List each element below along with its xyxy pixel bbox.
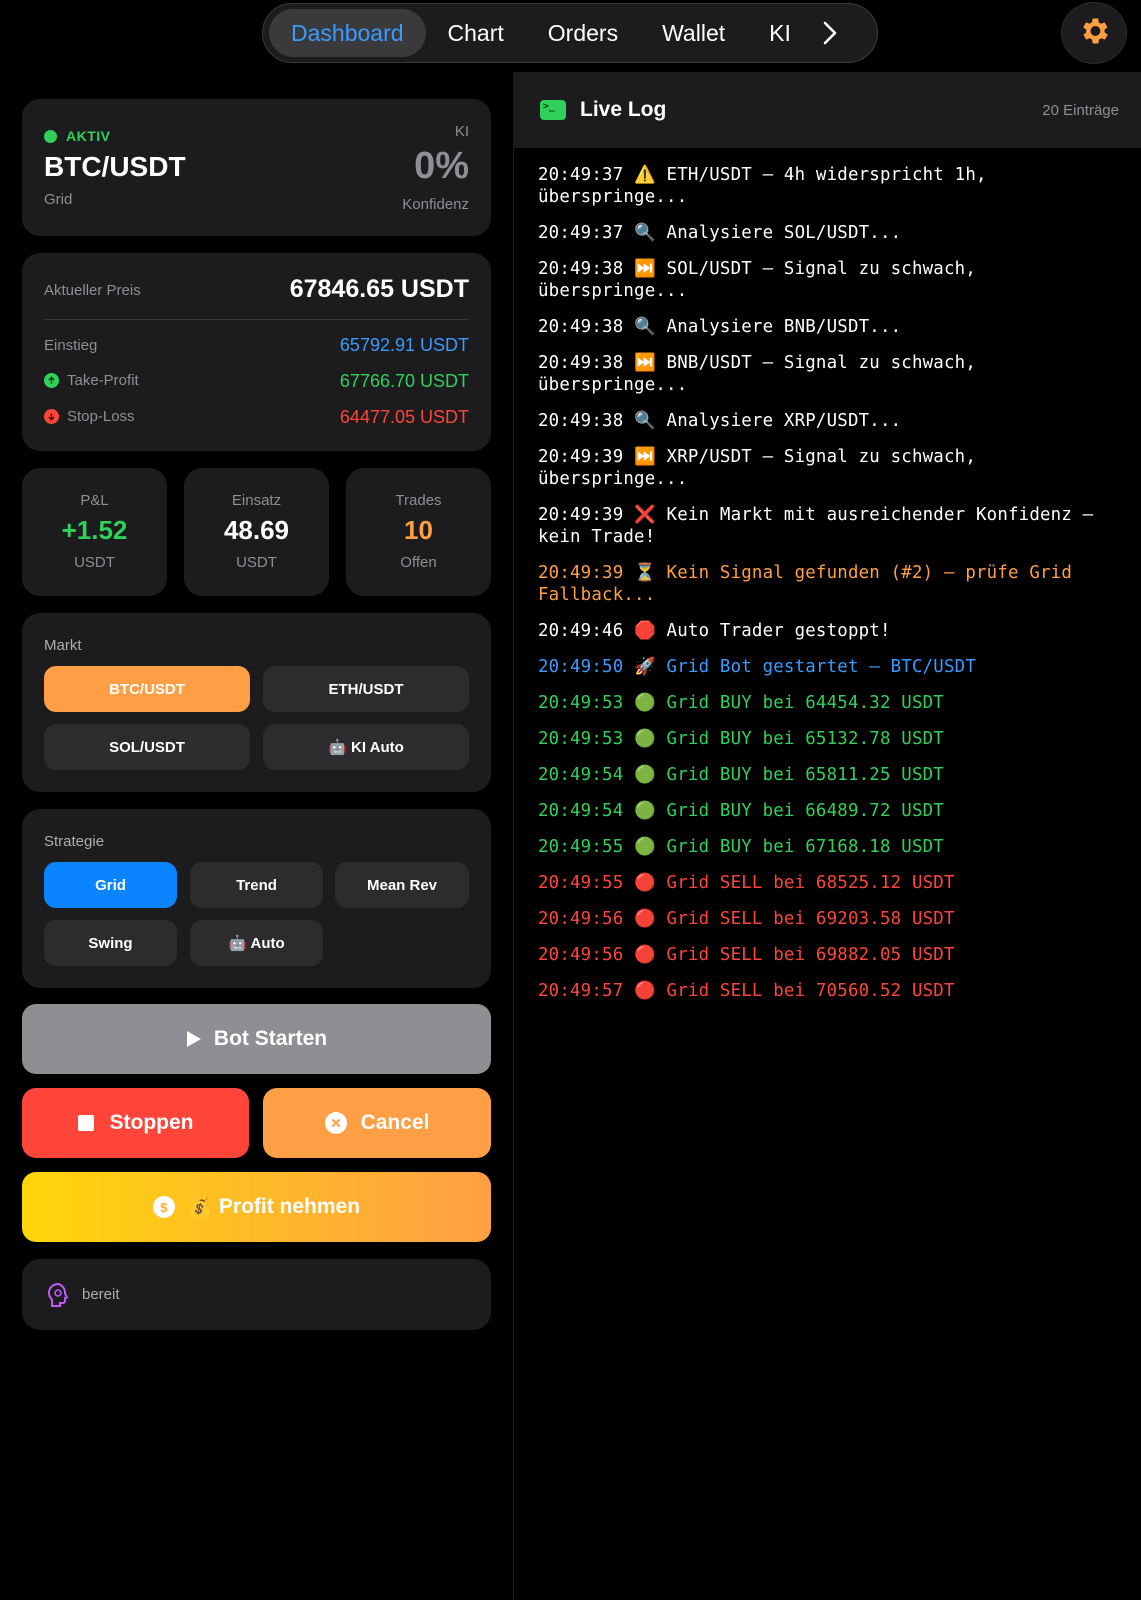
strategy-auto-button[interactable]: 🤖 Auto	[190, 920, 323, 966]
trades-value: 10	[404, 515, 433, 545]
stop-label: Stoppen	[109, 1111, 194, 1134]
active-indicator	[44, 129, 57, 143]
market-card: Markt BTC/USDT ETH/USDT SOL/USDT 🤖 KI Au…	[22, 613, 491, 792]
top-tab-bar: Dashboard Chart Orders Wallet KI	[262, 3, 878, 63]
cancel-label: Cancel	[360, 1111, 430, 1134]
status-label: AKTIV	[66, 128, 111, 144]
terminal-icon	[540, 100, 566, 120]
log-entry: 20:49:55 🔴 Grid SELL bei 68525.12 USDT	[538, 873, 955, 893]
log-list[interactable]: 20:49:37 ⚠️ ETH/USDT — 4h widerspricht 1…	[514, 148, 1141, 1002]
strategy-title: Strategie	[44, 833, 105, 850]
strategy-label: Grid	[44, 191, 73, 208]
log-entry: 20:49:38 🔍 Analysiere XRP/USDT...	[538, 411, 902, 431]
tab-orders[interactable]: Orders	[526, 9, 640, 57]
strategy-card: Strategie Grid Trend Mean Rev Swing 🤖 Au…	[22, 809, 491, 988]
bot-state-bar: bereit	[22, 1259, 491, 1330]
tab-chart[interactable]: Chart	[426, 9, 526, 57]
log-entry: 20:49:55 🟢 Grid BUY bei 67168.18 USDT	[538, 837, 944, 857]
price-card: Aktueller Preis 67846.65 USDT Einstieg 6…	[22, 253, 491, 451]
log-count: 20 Einträge	[1042, 101, 1119, 119]
close-circle-icon	[324, 1112, 347, 1134]
current-price-label: Aktueller Preis	[44, 282, 141, 299]
start-bot-button[interactable]: Bot Starten	[22, 1004, 491, 1074]
play-icon	[186, 1030, 202, 1048]
log-header: Live Log 20 Einträge	[514, 72, 1141, 148]
pnl-value: +1.52	[61, 515, 128, 545]
stop-icon	[77, 1115, 94, 1131]
divider	[44, 319, 469, 320]
chevron-right-icon[interactable]	[813, 9, 847, 57]
pnl-label: P&L	[80, 492, 109, 509]
log-entry: 20:49:50 🚀 Grid Bot gestartet — BTC/USDT	[538, 657, 976, 677]
log-entry: 20:49:53 🟢 Grid BUY bei 64454.32 USDT	[538, 693, 944, 713]
market-btc-button[interactable]: BTC/USDT	[44, 666, 250, 712]
stake-value: 48.69	[223, 515, 290, 545]
start-bot-label: Bot Starten	[213, 1027, 328, 1050]
log-entry: 20:49:37 ⚠️ ETH/USDT — 4h widerspricht 1…	[538, 165, 998, 207]
take-profit-label: Take-Profit	[67, 372, 139, 389]
pnl-unit: USDT	[74, 554, 115, 571]
log-title: Live Log	[580, 98, 667, 121]
ki-label: KI	[454, 123, 469, 140]
bot-state-text: bereit	[82, 1286, 120, 1303]
log-entry: 20:49:57 🔴 Grid SELL bei 70560.52 USDT	[538, 981, 955, 1001]
strategy-swing-button[interactable]: Swing	[44, 920, 177, 966]
market-sol-button[interactable]: SOL/USDT	[44, 724, 250, 770]
confidence-label: Konfidenz	[402, 196, 469, 213]
stop-loss-value: 64477.05 USDT	[339, 407, 469, 427]
take-profit-label: 💰 Profit nehmen	[186, 1195, 361, 1218]
log-entry: 20:49:54 🟢 Grid BUY bei 65811.25 USDT	[538, 765, 944, 785]
stake-unit: USDT	[236, 554, 277, 571]
strategy-mean-rev-button[interactable]: Mean Rev	[335, 862, 469, 908]
entry-label: Einstieg	[44, 337, 98, 354]
stop-button[interactable]: Stoppen	[22, 1088, 249, 1158]
entry-value: 65792.91 USDT	[339, 335, 469, 355]
stake-label: Einsatz	[231, 492, 282, 509]
log-entry: 20:49:38 ⏭️ SOL/USDT — Signal zu schwach…	[538, 259, 987, 301]
strategy-trend-button[interactable]: Trend	[190, 862, 323, 908]
arrow-down-icon	[44, 409, 59, 424]
cancel-button[interactable]: Cancel	[263, 1088, 491, 1158]
confidence-value: 0%	[414, 145, 469, 187]
market-title: Markt	[44, 637, 82, 654]
settings-button[interactable]	[1061, 2, 1127, 64]
log-entry: 20:49:37 🔍 Analysiere SOL/USDT...	[538, 223, 902, 243]
market-eth-button[interactable]: ETH/USDT	[263, 666, 469, 712]
log-entry: 20:49:39 ❌ Kein Markt mit ausreichender …	[538, 505, 1105, 547]
gear-icon	[1077, 14, 1111, 53]
log-entry: 20:49:56 🔴 Grid SELL bei 69882.05 USDT	[538, 945, 955, 965]
take-profit-value: 67766.70 USDT	[339, 371, 469, 391]
stop-loss-label: Stop-Loss	[67, 408, 135, 425]
tab-dashboard[interactable]: Dashboard	[269, 9, 426, 57]
market-ki-auto-button[interactable]: 🤖 KI Auto	[263, 724, 469, 770]
live-log-panel: Live Log 20 Einträge 20:49:37 ⚠️ ETH/USD…	[513, 72, 1141, 1600]
current-price-value: 67846.65 USDT	[289, 275, 469, 303]
pnl-card: P&L +1.52 USDT	[22, 468, 167, 596]
arrow-up-icon	[44, 373, 59, 388]
log-entry: 20:49:56 🔴 Grid SELL bei 69203.58 USDT	[538, 909, 955, 929]
coin-icon: $	[152, 1196, 175, 1218]
trades-label: Trades	[395, 492, 442, 509]
brain-icon	[46, 1282, 70, 1313]
tab-wallet[interactable]: Wallet	[640, 9, 747, 57]
log-entry: 20:49:46 🛑 Auto Trader gestoppt!	[538, 621, 891, 641]
bot-status-card: AKTIV BTC/USDT Grid KI 0% Konfidenz	[22, 99, 491, 236]
trades-card: Trades 10 Offen	[346, 468, 491, 596]
pair-title: BTC/USDT	[44, 151, 186, 182]
stake-card: Einsatz 48.69 USDT	[184, 468, 329, 596]
strategy-grid-button[interactable]: Grid	[44, 862, 177, 908]
log-entry: 20:49:53 🟢 Grid BUY bei 65132.78 USDT	[538, 729, 944, 749]
log-entry: 20:49:39 ⏭️ XRP/USDT — Signal zu schwach…	[538, 447, 987, 489]
log-entry: 20:49:39 ⏳ Kein Signal gefunden (#2) — p…	[538, 563, 1083, 605]
log-entry: 20:49:38 ⏭️ BNB/USDT — Signal zu schwach…	[538, 353, 987, 395]
tab-ki[interactable]: KI	[747, 9, 813, 57]
trades-unit: Offen	[400, 554, 437, 571]
log-entry: 20:49:38 🔍 Analysiere BNB/USDT...	[538, 317, 902, 337]
take-profit-button[interactable]: $ 💰 Profit nehmen	[22, 1172, 491, 1242]
log-entry: 20:49:54 🟢 Grid BUY bei 66489.72 USDT	[538, 801, 944, 821]
